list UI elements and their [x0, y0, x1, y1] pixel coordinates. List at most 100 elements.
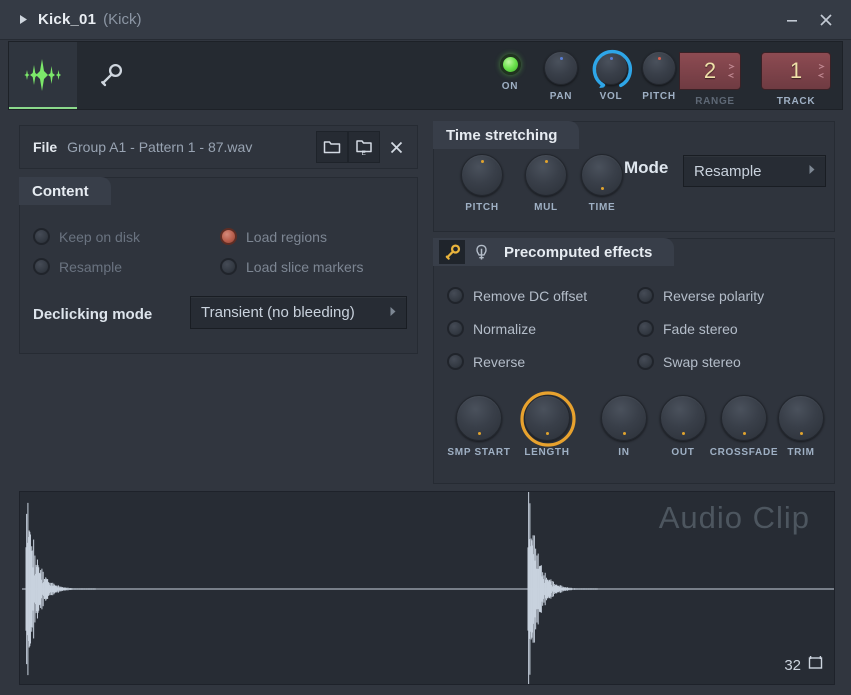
length-knob[interactable] — [520, 391, 576, 447]
radio-dot[interactable] — [447, 353, 464, 370]
radio-normalize[interactable]: Normalize — [447, 320, 536, 337]
ts-mul-control[interactable]: MUL — [518, 154, 574, 213]
radio-label: Load slice markers — [246, 258, 364, 275]
ts-time-knob[interactable] — [581, 154, 623, 196]
mode-label: Mode — [624, 158, 669, 177]
range-control[interactable]: 2 RANGE — [679, 42, 748, 107]
pin-icon[interactable] — [468, 240, 494, 264]
ts-pitch-knob[interactable] — [461, 154, 503, 196]
radio-load-slice-markers[interactable]: Load slice markers — [220, 258, 364, 275]
pitch-knob[interactable] — [642, 51, 676, 85]
pan-label: PAN — [549, 91, 573, 102]
radio-label: Resample — [59, 258, 123, 275]
track-spinner[interactable] — [818, 64, 825, 79]
save-file-button[interactable]: E — [348, 131, 380, 163]
in-indicator — [622, 432, 626, 435]
zoom-value: 32 — [784, 656, 801, 674]
tools-tab[interactable] — [77, 42, 145, 109]
radio-load-regions[interactable]: Load regions — [220, 228, 327, 245]
radio-label: Remove DC offset — [473, 287, 588, 304]
on-label: ON — [501, 81, 519, 92]
track-label: TRACK — [776, 96, 816, 107]
radio-dot[interactable] — [220, 228, 237, 245]
radio-reverse-polarity[interactable]: Reverse polarity — [637, 287, 764, 304]
vol-knob[interactable] — [592, 49, 632, 88]
close-file-button[interactable] — [380, 131, 412, 163]
file-name[interactable]: Group A1 - Pattern 1 - 87.wav — [67, 139, 252, 155]
audio-clip-window: Kick_01 (Kick) ON PAN VOL PITCH 2 RANGE … — [0, 0, 851, 695]
pan-control[interactable]: PAN — [536, 42, 586, 102]
minimize-button[interactable] — [775, 1, 809, 39]
ts-pitch-label: PITCH — [465, 202, 499, 213]
time-stretching-title: Time stretching — [446, 126, 558, 144]
ts-mul-knob[interactable] — [525, 154, 567, 196]
range-value-box[interactable]: 2 — [679, 52, 741, 90]
waveform-tab[interactable] — [9, 42, 77, 109]
on-control[interactable]: ON — [484, 42, 536, 92]
wrench-icon[interactable] — [439, 240, 465, 264]
radio-label: Reverse — [473, 353, 526, 370]
waveform-graphic — [22, 492, 834, 684]
radio-label: Fade stereo — [663, 320, 738, 337]
radio-swap-stereo[interactable]: Swap stereo — [637, 353, 741, 370]
fit-box-icon[interactable] — [807, 655, 824, 675]
radio-label: Load regions — [246, 228, 327, 245]
window-subtitle: (Kick) — [103, 11, 142, 28]
vol-control[interactable]: VOL — [586, 42, 636, 102]
crossfade-control[interactable]: CROSSFADE — [707, 395, 781, 458]
out-knob[interactable] — [660, 395, 706, 441]
trim-knob[interactable] — [778, 395, 824, 441]
out-label: OUT — [671, 447, 695, 458]
pitch-label: PITCH — [642, 91, 676, 102]
content-panel-tab: Content — [19, 177, 111, 205]
range-spinner[interactable] — [728, 64, 735, 79]
length-indicator — [545, 432, 549, 435]
on-led[interactable] — [499, 54, 521, 75]
precomputed-effects-panel: Precomputed effects Remove DC offset Rev… — [433, 238, 835, 484]
declicking-mode-dropdown[interactable]: Transient (no bleeding) — [190, 296, 407, 329]
track-value-box[interactable]: 1 — [761, 52, 831, 90]
vol-label: VOL — [599, 91, 623, 102]
radio-dot[interactable] — [447, 320, 464, 337]
open-file-button[interactable] — [316, 131, 348, 163]
radio-fade-stereo[interactable]: Fade stereo — [637, 320, 738, 337]
radio-dot[interactable] — [33, 258, 50, 275]
radio-dot[interactable] — [637, 287, 654, 304]
radio-remove-dc-offset[interactable]: Remove DC offset — [447, 287, 587, 304]
time-stretching-panel: Time stretching PITCH MUL TIME Mode Resa… — [433, 121, 835, 232]
ts-pitch-control[interactable]: PITCH — [454, 154, 510, 213]
radio-dot[interactable] — [220, 258, 237, 275]
file-bar: File Group A1 - Pattern 1 - 87.wav E — [19, 125, 418, 169]
master-controls: ON PAN VOL PITCH 2 RANGE 1 TRACK — [484, 42, 842, 109]
radio-resample[interactable]: Resample — [33, 258, 122, 275]
range-label: RANGE — [695, 96, 735, 107]
length-control[interactable]: LENGTH — [512, 391, 582, 458]
pan-indicator — [559, 57, 563, 60]
wrench-icon — [101, 63, 123, 86]
in-knob[interactable] — [601, 395, 647, 441]
ts-time-control[interactable]: TIME — [574, 154, 630, 213]
radio-dot[interactable] — [637, 353, 654, 370]
smp-start-control[interactable]: SMP START — [444, 395, 514, 458]
track-control[interactable]: 1 TRACK — [758, 42, 834, 107]
waveform-display[interactable]: Audio Clip 32 — [19, 491, 835, 685]
radio-keep-on-disk[interactable]: Keep on disk — [33, 228, 140, 245]
pitch-indicator — [657, 57, 661, 60]
radio-dot[interactable] — [33, 228, 50, 245]
close-button[interactable] — [809, 1, 843, 39]
crossfade-knob[interactable] — [721, 395, 767, 441]
triangle-right-icon[interactable] — [16, 13, 30, 27]
ts-time-indicator — [600, 187, 604, 190]
smp-start-knob[interactable] — [456, 395, 502, 441]
file-buttons: E — [316, 131, 412, 163]
smp-start-indicator — [477, 432, 481, 435]
radio-label: Normalize — [473, 320, 537, 337]
content-panel: Content Keep on disk Load regions Resamp… — [19, 177, 418, 354]
trim-control[interactable]: TRIM — [773, 395, 829, 458]
radio-reverse[interactable]: Reverse — [447, 353, 525, 370]
pan-knob[interactable] — [544, 51, 578, 85]
mode-dropdown[interactable]: Resample — [683, 155, 826, 187]
pitch-control[interactable]: PITCH — [636, 42, 682, 102]
radio-dot[interactable] — [447, 287, 464, 304]
radio-dot[interactable] — [637, 320, 654, 337]
